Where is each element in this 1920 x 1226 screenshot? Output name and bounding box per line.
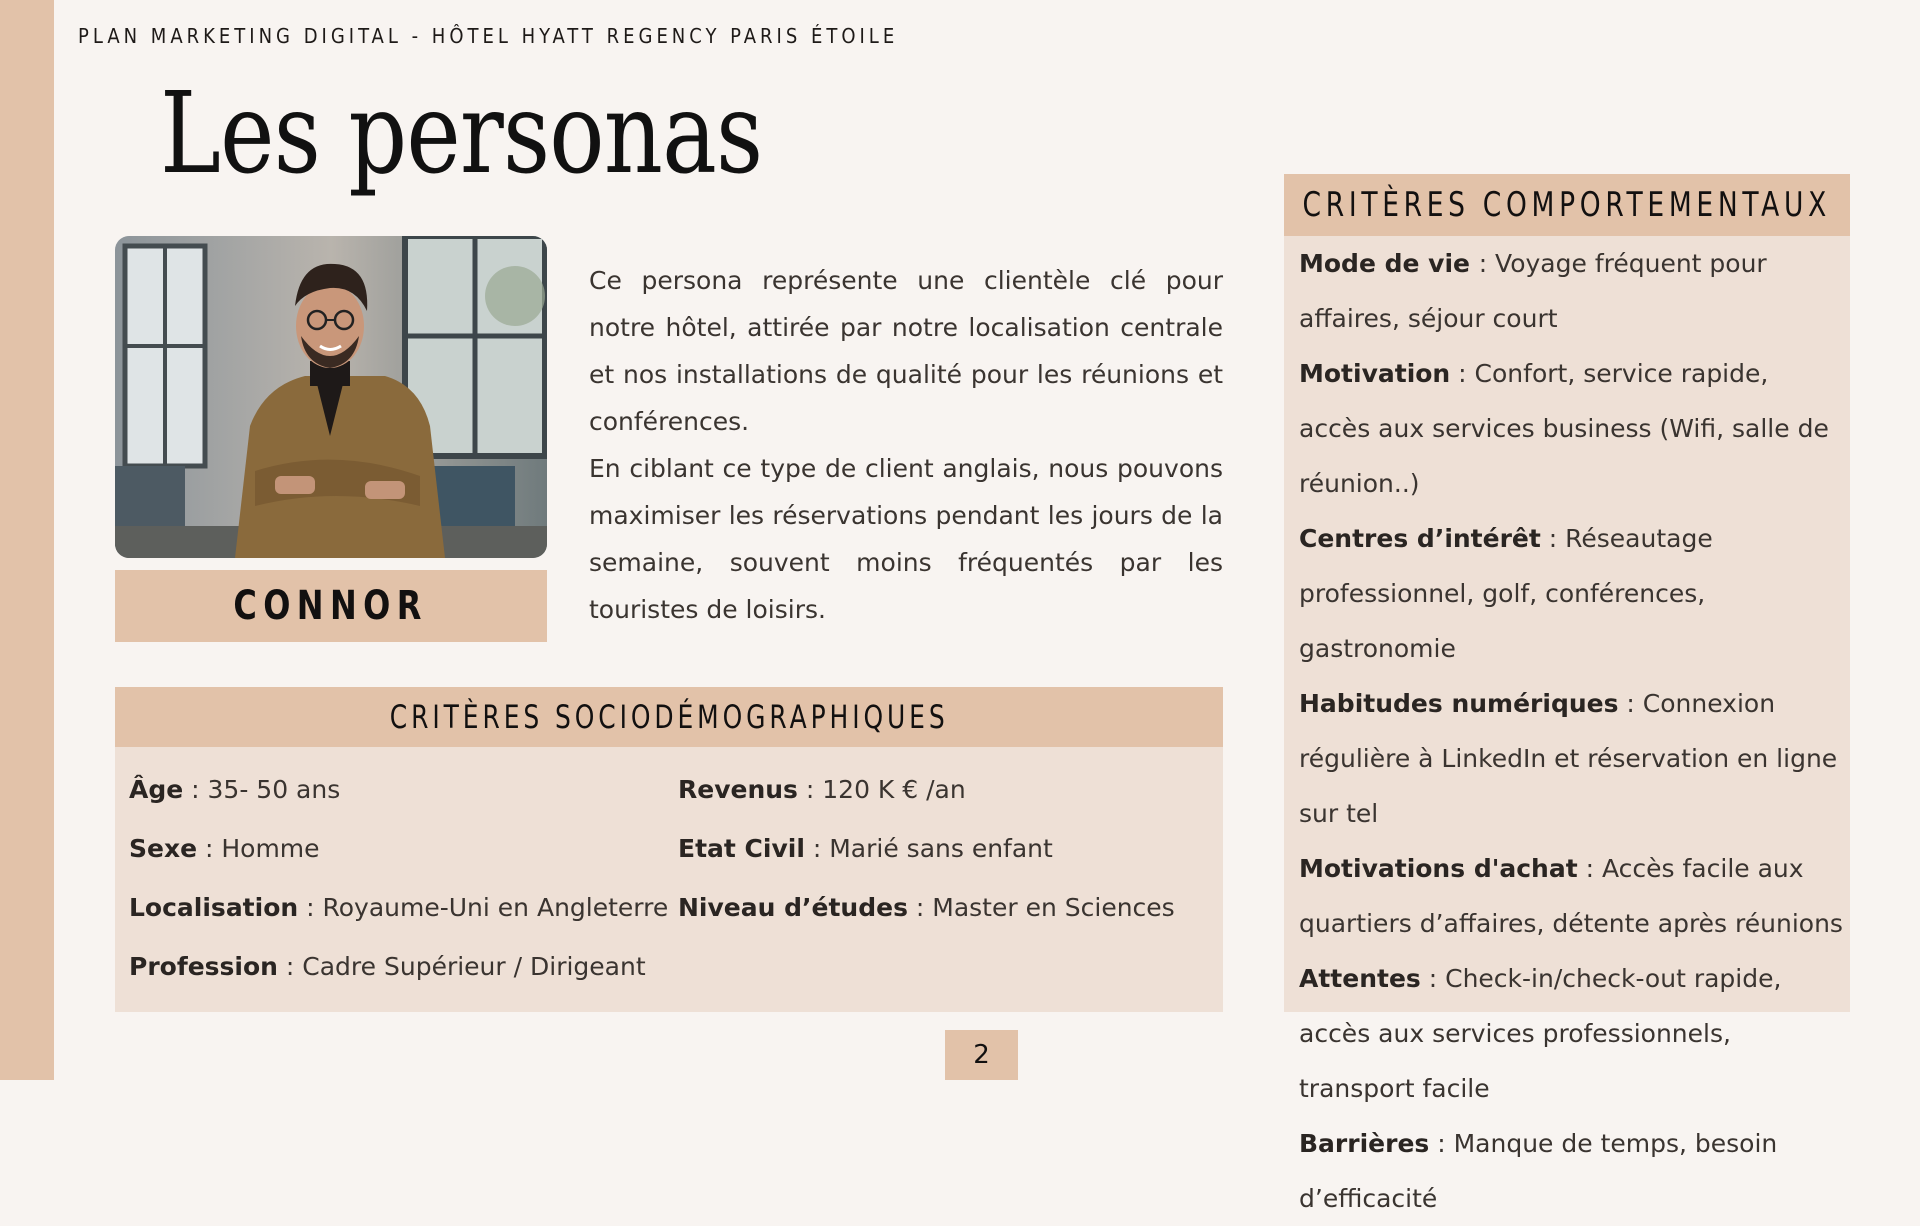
behav-item-attentes: Attentes : Check-in/check-out rapide, ac… — [1299, 964, 1782, 1103]
persona-photo — [115, 236, 547, 558]
socio-item-sexe: Sexe : Homme — [129, 834, 320, 863]
persona-name: CONNOR — [233, 583, 429, 629]
socio-item-age: Âge : 35- 50 ans — [129, 775, 341, 804]
socio-item-niveau-etudes: Niveau d’études : Master en Sciences — [678, 893, 1175, 922]
behav-item-motivation: Motivation : Confort, service rapide, ac… — [1299, 359, 1829, 498]
description-paragraph-2: En ciblant ce type de client anglais, no… — [589, 454, 1223, 624]
behav-panel-header: CRITÈRES COMPORTEMENTAUX — [1284, 174, 1850, 236]
behav-item-mode-de-vie: Mode de vie : Voyage fréquent pour affai… — [1299, 249, 1767, 333]
persona-description: Ce persona représente une clientèle clé … — [589, 257, 1223, 633]
left-accent-strip — [0, 0, 54, 1080]
behav-panel-title: CRITÈRES COMPORTEMENTAUX — [1302, 185, 1832, 225]
behav-item-centres-interet: Centres d’intérêt : Réseautage professio… — [1299, 524, 1713, 663]
behavioral-panel: CRITÈRES COMPORTEMENTAUX Mode de vie : V… — [1284, 174, 1850, 1213]
page-title: Les personas — [160, 69, 763, 199]
behav-item-barrieres: Barrières : Manque de temps, besoin d’ef… — [1299, 1129, 1778, 1213]
page-number: 2 — [945, 1030, 1018, 1080]
socio-panel-header: CRITÈRES SOCIODÉMOGRAPHIQUES — [115, 687, 1223, 747]
behav-item-habitudes-numeriques: Habitudes numériques : Connexion réguliè… — [1299, 689, 1838, 828]
description-paragraph-1: Ce persona représente une clientèle clé … — [589, 266, 1223, 436]
socio-item-revenus: Revenus : 120 K € /an — [678, 775, 966, 804]
document-header: PLAN MARKETING DIGITAL - HÔTEL HYATT REG… — [78, 24, 899, 48]
behav-item-motivations-achat: Motivations d'achat : Accès facile aux q… — [1299, 854, 1843, 938]
persona-name-box: CONNOR — [115, 570, 547, 642]
socio-panel-title: CRITÈRES SOCIODÉMOGRAPHIQUES — [389, 698, 949, 736]
socio-item-etat-civil: Etat Civil : Marié sans enfant — [678, 834, 1053, 863]
behav-criteria-list: Mode de vie : Voyage fréquent pour affai… — [1299, 236, 1847, 1226]
socio-criteria-grid: Âge : 35- 50 ans Revenus : 120 K € /an S… — [129, 775, 1198, 981]
socio-demographic-panel: CRITÈRES SOCIODÉMOGRAPHIQUES Âge : 35- 5… — [115, 687, 1223, 1012]
socio-item-profession: Profession : Cadre Supérieur / Dirigeant — [129, 952, 646, 981]
socio-item-localisation: Localisation : Royaume-Uni en Angleterre — [129, 893, 669, 922]
